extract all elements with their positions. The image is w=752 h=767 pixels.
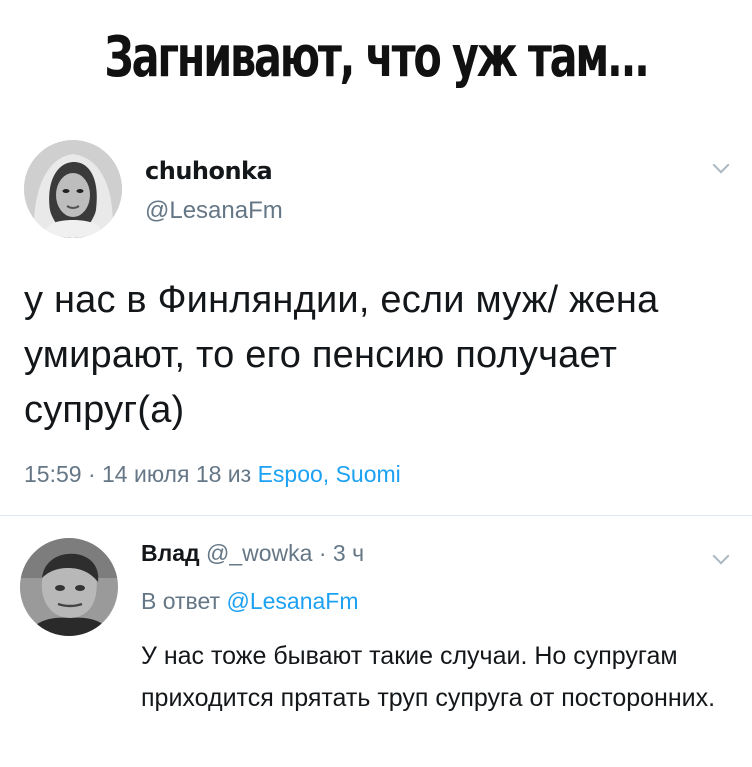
man-portrait-avatar-icon [20, 538, 118, 636]
reply-author-handle[interactable]: @_wowka [206, 540, 312, 566]
woman-portrait-avatar-icon [24, 140, 122, 238]
reply-author-name[interactable]: Влад [141, 540, 200, 566]
tweet-location[interactable]: Espoo, Suomi [258, 461, 401, 487]
avatar[interactable] [24, 140, 122, 238]
author-handle[interactable]: @LesanaFm [145, 197, 283, 225]
meme-title: Загнивают, что уж там... [104, 25, 649, 90]
tweet-meta: 15:59 · 14 июля 18 из Espoo, Suomi [24, 461, 401, 488]
reply-to-handle[interactable]: @LesanaFm [226, 588, 358, 614]
tweet-timestamp[interactable]: 15:59 · 14 июля 18 из [24, 461, 258, 487]
chevron-down-icon[interactable] [712, 156, 730, 174]
reply-text: У нас тоже бывают такие случаи. Но супру… [141, 642, 716, 712]
reply-prefix: В ответ [141, 588, 227, 614]
divider [0, 515, 752, 516]
tweet-text: у нас в Финляндии, если муж/ жена умираю… [24, 279, 659, 431]
reply-header: Влад @_wowka · 3 ч [141, 540, 364, 567]
reply-time[interactable]: 3 ч [333, 540, 364, 566]
chevron-down-icon[interactable] [712, 547, 730, 565]
separator-dot: · [318, 540, 327, 566]
author-name[interactable]: chuhonka [145, 157, 273, 185]
reply-context: В ответ @LesanaFm [141, 588, 358, 615]
main-tweet: chuhonka @LesanaFm у нас в Финляндии, ес… [0, 135, 752, 515]
avatar[interactable] [20, 538, 118, 636]
